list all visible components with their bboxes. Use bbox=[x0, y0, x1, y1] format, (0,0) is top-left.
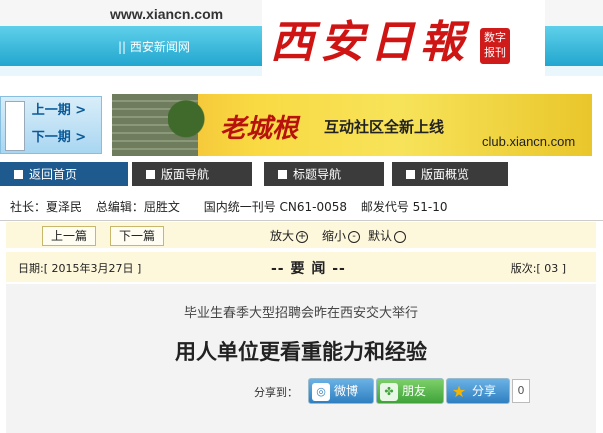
masthead-info: 社长：夏泽民 总编辑：屈胜文 国内统一刊号 CN61-0058 邮发代号 51-… bbox=[10, 198, 458, 215]
editor-name: 总编辑：屈胜文 bbox=[95, 200, 180, 214]
previous-article-button[interactable]: 上一篇 bbox=[42, 226, 97, 246]
share-weibo-button[interactable]: ◎ 微博 bbox=[308, 378, 374, 404]
square-icon bbox=[146, 170, 155, 179]
site-name-link[interactable]: || 西安新闻网 bbox=[118, 38, 190, 55]
banner-url: club.xiancn.com bbox=[482, 134, 576, 149]
tab-page-nav[interactable]: 版面导航 bbox=[132, 162, 252, 186]
reset-zoom-button[interactable]: 默认 bbox=[368, 227, 407, 244]
issue-date: 日期:[ 2015年3月27日 ] bbox=[18, 262, 142, 275]
tag-line-1: 数字 bbox=[484, 31, 506, 44]
community-banner[interactable]: 老城根 互动社区全新上线 club.xiancn.com bbox=[112, 94, 592, 156]
tag-line-2: 报刊 bbox=[484, 46, 506, 59]
tab-home[interactable]: 返回首页 bbox=[0, 162, 128, 186]
zoom-out-label: 缩小 bbox=[322, 229, 347, 243]
banner-brand: 老城根 bbox=[220, 114, 299, 144]
square-icon bbox=[406, 170, 415, 179]
square-icon bbox=[14, 170, 23, 179]
circle-icon bbox=[394, 230, 407, 243]
zoom-in-label: 放大 bbox=[270, 229, 295, 243]
site-url[interactable]: www.xiancn.com bbox=[110, 6, 223, 22]
postal-code: 邮发代号 51-10 bbox=[360, 200, 448, 214]
reset-label: 默认 bbox=[368, 229, 393, 243]
banner-slogan: 互动社区全新上线 bbox=[324, 118, 445, 136]
issn-number: 国内统一刊号 CN61-0058 bbox=[203, 200, 347, 214]
share-label: 分享到： bbox=[254, 386, 298, 399]
article-headline: 用人单位更看重能力和经验 bbox=[175, 339, 427, 364]
issue-navigator: 上一期 > 下一期 > bbox=[0, 96, 102, 154]
article-body: 毕业生春季大型招聘会昨在西安交大举行 用人单位更看重能力和经验 分享到： ◎ 微博… bbox=[6, 284, 596, 433]
digital-edition-tag: 数字 报刊 bbox=[480, 28, 510, 64]
date-bar: 日期:[ 2015年3月27日 ] -- 要 闻 -- 版次:[ 03 ] bbox=[6, 252, 596, 282]
minus-circle-icon: - bbox=[348, 230, 361, 243]
section-title: -- 要 闻 -- bbox=[271, 261, 346, 277]
star-icon: ★ bbox=[451, 381, 467, 401]
zoom-out-button[interactable]: 缩小 - bbox=[322, 227, 361, 244]
pengyou-label: 朋友 bbox=[402, 384, 427, 398]
divider bbox=[0, 220, 603, 221]
page-number: 版次:[ 03 ] bbox=[510, 262, 566, 275]
article-toolbar: 上一篇 下一篇 放大 + 缩小 - 默认 bbox=[6, 222, 596, 248]
tab-label: 标题导航 bbox=[293, 167, 342, 182]
weibo-label: 微博 bbox=[334, 384, 359, 398]
tab-page-overview[interactable]: 版面概览 bbox=[392, 162, 508, 186]
previous-issue-link[interactable]: 上一期 > bbox=[23, 100, 95, 122]
fenxiang-label: 分享 bbox=[472, 384, 497, 398]
share-pengyou-button[interactable]: ✤ 朋友 bbox=[376, 378, 444, 404]
tab-label: 版面概览 bbox=[421, 167, 470, 182]
newspaper-logo: 西安日報 bbox=[270, 17, 470, 68]
share-more-button[interactable]: ★ 分享 bbox=[446, 378, 510, 404]
newspaper-thumbnail-icon bbox=[5, 101, 25, 151]
article-subtitle: 毕业生春季大型招聘会昨在西安交大举行 bbox=[183, 306, 418, 321]
next-issue-link[interactable]: 下一期 > bbox=[23, 127, 95, 149]
clover-icon: ✤ bbox=[380, 382, 398, 401]
president-name: 社长：夏泽民 bbox=[10, 200, 83, 214]
tab-title-nav[interactable]: 标题导航 bbox=[264, 162, 384, 186]
weibo-icon: ◎ bbox=[312, 382, 330, 401]
square-icon bbox=[278, 170, 287, 179]
tab-label: 版面导航 bbox=[161, 167, 210, 182]
zoom-in-button[interactable]: 放大 + bbox=[270, 227, 309, 244]
main-nav: 返回首页 版面导航 标题导航 版面概览 bbox=[0, 162, 603, 186]
banner-tree-image bbox=[168, 94, 228, 156]
tab-label: 返回首页 bbox=[29, 167, 78, 182]
plus-circle-icon: + bbox=[296, 230, 309, 243]
next-article-button[interactable]: 下一篇 bbox=[110, 226, 165, 246]
share-count: 0 bbox=[512, 379, 530, 403]
